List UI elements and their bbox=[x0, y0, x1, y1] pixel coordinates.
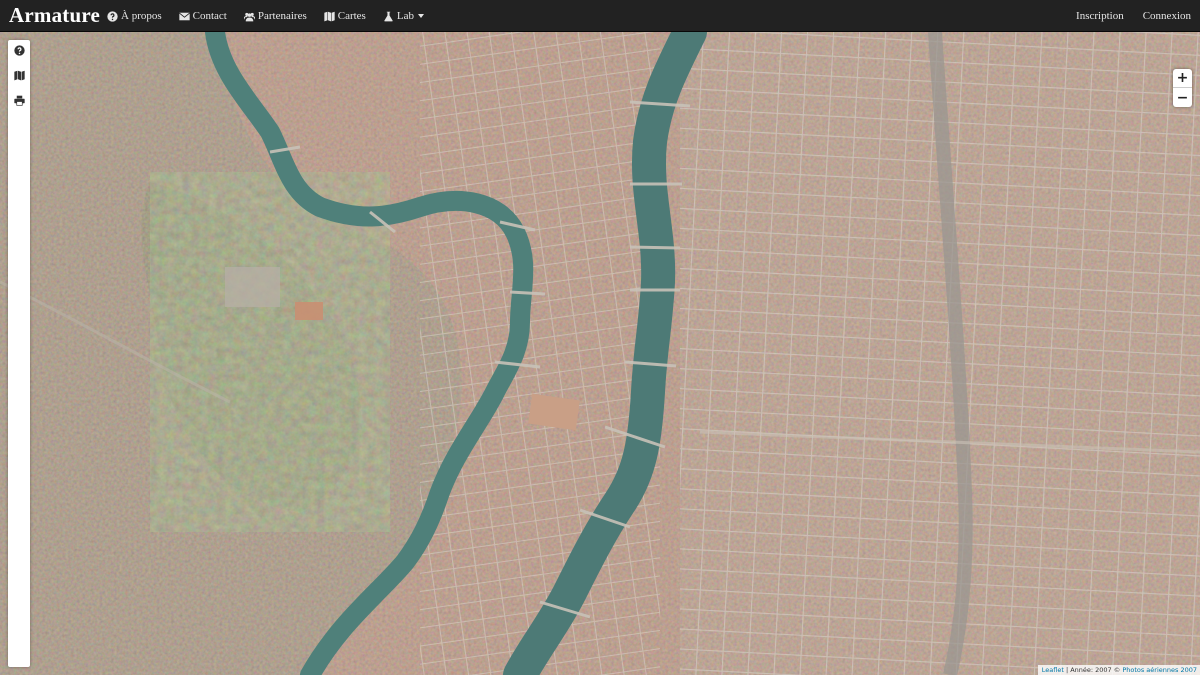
nav-item-contact[interactable]: Contact bbox=[178, 10, 227, 22]
nav-label-cartes: Cartes bbox=[337, 10, 366, 22]
question-circle-icon bbox=[13, 43, 25, 61]
map-tools-sidebar bbox=[8, 40, 30, 667]
flask-icon bbox=[383, 11, 394, 22]
nav-label-lab: Lab bbox=[396, 10, 414, 22]
users-icon bbox=[243, 11, 255, 22]
nav-item-inscription[interactable]: Inscription bbox=[1076, 10, 1124, 22]
nav-right-menu: Inscription Connexion bbox=[1057, 0, 1191, 32]
envelope-icon bbox=[178, 11, 190, 22]
map-view[interactable]: + − Leaflet | Année: 2007 © Photos aérie… bbox=[0, 32, 1200, 675]
sidebar-print-button[interactable] bbox=[12, 95, 26, 109]
nav-label-a-propos: À propos bbox=[121, 10, 162, 22]
nav-label-partenaires: Partenaires bbox=[257, 10, 307, 22]
caret-down-icon bbox=[417, 14, 424, 18]
question-circle-icon bbox=[107, 10, 118, 22]
nav-left-menu: À propos Contact Partenaires Cartes Lab bbox=[107, 0, 441, 32]
zoom-control: + − bbox=[1173, 69, 1192, 107]
attribution-year: | Année: 2007 © bbox=[1063, 666, 1123, 674]
nav-item-cartes[interactable]: Cartes bbox=[324, 10, 366, 22]
zoom-out-button[interactable]: − bbox=[1173, 88, 1192, 107]
brand-logo[interactable]: Armature bbox=[9, 3, 100, 28]
photos-source-link[interactable]: Photos aériennes 2007 bbox=[1122, 666, 1197, 674]
nav-item-connexion[interactable]: Connexion bbox=[1143, 10, 1191, 22]
nav-item-partenaires[interactable]: Partenaires bbox=[243, 10, 307, 22]
map-icon bbox=[13, 68, 25, 86]
zoom-in-button[interactable]: + bbox=[1173, 69, 1192, 88]
print-icon bbox=[13, 93, 25, 111]
top-navbar: Armature À propos Contact Partenaires Ca… bbox=[0, 0, 1200, 32]
sidebar-maps-button[interactable] bbox=[12, 70, 26, 84]
aerial-imagery[interactable] bbox=[0, 32, 1200, 675]
nav-label-contact: Contact bbox=[192, 10, 227, 22]
nav-item-a-propos[interactable]: À propos bbox=[107, 10, 162, 22]
nav-item-lab[interactable]: Lab bbox=[383, 10, 424, 22]
map-attribution: Leaflet | Année: 2007 © Photos aériennes… bbox=[1037, 665, 1200, 675]
leaflet-link[interactable]: Leaflet bbox=[1042, 666, 1064, 674]
map-icon bbox=[324, 11, 335, 22]
sidebar-help-button[interactable] bbox=[12, 45, 26, 59]
